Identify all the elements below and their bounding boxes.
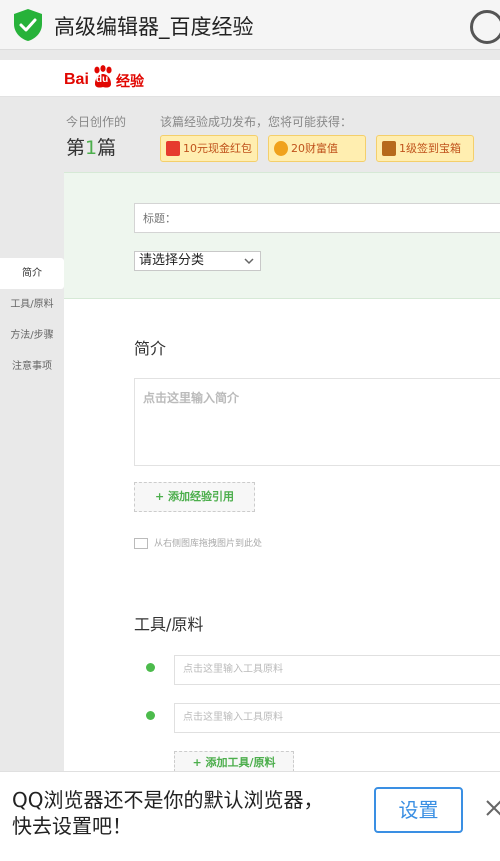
shield-check-icon <box>14 9 42 41</box>
section-sidenav: 简介 工具/原料 方法/步骤 注意事项 <box>0 258 64 382</box>
logo-bai-text: Bai <box>64 71 89 88</box>
chevron-down-icon <box>244 258 254 265</box>
page-title: 高级编辑器_百度经验 <box>54 15 254 39</box>
sidenav-item-intro[interactable]: 简介 <box>0 258 64 289</box>
treasure-chest-icon <box>382 141 396 156</box>
add-reference-button[interactable]: + 添加经验引用 <box>134 482 255 512</box>
browser-titlebar: 高级编辑器_百度经验 <box>0 0 500 50</box>
coin-icon <box>274 141 288 156</box>
reward-label: 20财富值 <box>291 142 338 155</box>
count-value: 1 <box>85 137 98 159</box>
title-category-box: 请选择分类 <box>64 172 500 299</box>
tool-input-1[interactable]: 点击这里输入工具原料 <box>174 655 500 685</box>
tools-heading: 工具/原料 <box>134 615 204 634</box>
reward-badge-wealth: 20财富值 <box>268 135 366 162</box>
logo-du-text: du <box>96 74 109 85</box>
banner-line-1: QQ浏览器还不是你的默认浏览器， <box>12 788 324 812</box>
title-input[interactable] <box>134 203 500 233</box>
baidu-jingyan-logo[interactable]: Bai du 经验 <box>64 64 154 92</box>
add-tool-button[interactable]: + 添加工具/原料 <box>174 751 294 772</box>
sidenav-item-notes[interactable]: 注意事项 <box>0 351 64 382</box>
logo-jingyan-text: 经验 <box>116 74 144 90</box>
today-label: 今日创作的 <box>66 115 127 129</box>
count-prefix: 第 <box>66 137 86 159</box>
banner-line-2: 快去设置吧！ <box>12 814 132 838</box>
category-value: 请选择分类 <box>139 253 205 268</box>
set-default-button[interactable]: 设置 <box>374 787 463 833</box>
drag-image-tip: 从右侧图库拖拽图片到此处 <box>134 536 262 549</box>
red-envelope-icon <box>166 141 180 156</box>
reward-label: 1级签到宝箱 <box>399 142 461 155</box>
article-count: 第1篇 <box>66 133 116 160</box>
reward-badge-chest: 1级签到宝箱 <box>376 135 474 162</box>
reward-tip: 该篇经验成功发布，您将可能获得： <box>160 115 353 129</box>
count-suffix: 篇 <box>97 137 117 159</box>
drag-tip-text: 从右侧图库拖拽图片到此处 <box>154 539 263 549</box>
site-header: Bai du 经验 <box>0 60 500 97</box>
editor-panel: 请选择分类 简介 点击这里输入简介 + 添加经验引用 从右侧图库拖拽图片到此处 … <box>64 172 500 772</box>
tool-input-2[interactable]: 点击这里输入工具原料 <box>174 703 500 733</box>
reward-label: 10元现金红包 <box>183 142 252 155</box>
reward-badge-red-envelope: 10元现金红包 <box>160 135 258 162</box>
intro-textarea[interactable]: 点击这里输入简介 <box>134 378 500 466</box>
close-icon[interactable] <box>484 798 500 818</box>
bullet-dot-icon <box>146 663 155 672</box>
banner-message: QQ浏览器还不是你的默认浏览器， 快去设置吧！ <box>12 787 323 839</box>
default-browser-banner: QQ浏览器还不是你的默认浏览器， 快去设置吧！ 设置 <box>0 771 500 861</box>
sidenav-item-steps[interactable]: 方法/步骤 <box>0 320 64 351</box>
category-select[interactable]: 请选择分类 <box>134 251 261 271</box>
image-icon <box>134 538 148 549</box>
reload-icon[interactable] <box>470 10 500 44</box>
bullet-dot-icon <box>146 711 155 720</box>
intro-heading: 简介 <box>134 339 167 358</box>
sidenav-item-tools[interactable]: 工具/原料 <box>0 289 64 320</box>
